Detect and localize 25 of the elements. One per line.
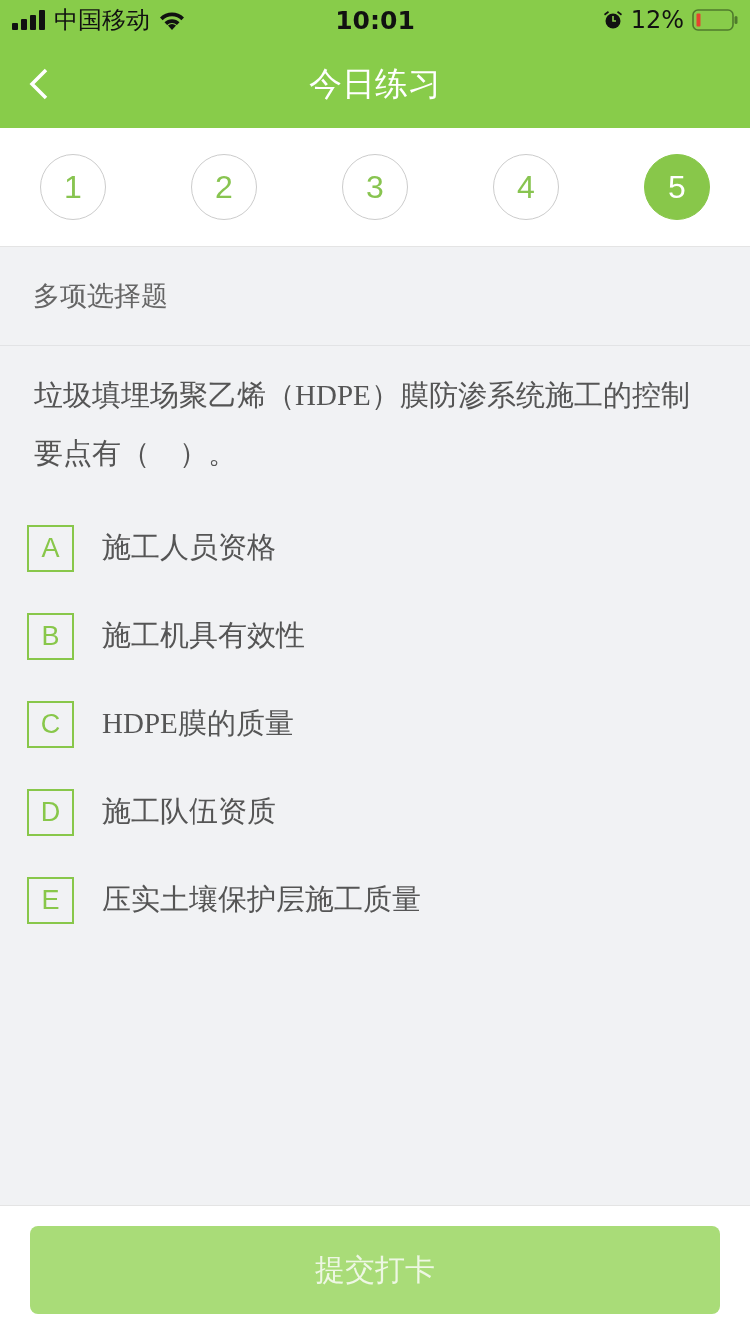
clock-time: 10:01 <box>334 5 416 35</box>
option-text[interactable]: 施工人员资格 <box>102 528 276 568</box>
question-step[interactable]: 4 <box>493 154 559 220</box>
battery-percent: 12% <box>630 6 684 34</box>
nav-title: 今日练习 <box>309 62 441 105</box>
option-text[interactable]: 压实土壤保护层施工质量 <box>102 880 421 920</box>
question-step[interactable]: 2 <box>191 154 257 220</box>
option-checkbox[interactable]: C <box>27 700 74 748</box>
carrier-name: 中国移动 <box>54 5 150 36</box>
battery-icon <box>692 9 738 31</box>
question-step[interactable]: 5 <box>644 154 710 220</box>
question-text: 垃圾填埋场聚乙烯（HDPE）膜防渗系统施工的控制要点有（ ）。 <box>34 378 691 471</box>
option-text[interactable]: HDPE膜的质量 <box>102 704 294 744</box>
question-step[interactable]: 1 <box>40 154 106 220</box>
alarm-icon <box>602 10 623 30</box>
question-type: 多项选择题 <box>33 279 168 313</box>
wifi-icon <box>158 10 186 30</box>
question-step[interactable]: 3 <box>342 154 408 220</box>
option-checkbox[interactable]: B <box>27 612 74 660</box>
signal-icon <box>12 10 46 30</box>
option-text[interactable]: 施工机具有效性 <box>102 616 305 656</box>
option-checkbox[interactable]: A <box>27 524 74 572</box>
option-checkbox[interactable]: E <box>27 876 74 924</box>
option-checkbox[interactable]: D <box>27 788 74 836</box>
option-text[interactable]: 施工队伍资质 <box>102 792 276 832</box>
